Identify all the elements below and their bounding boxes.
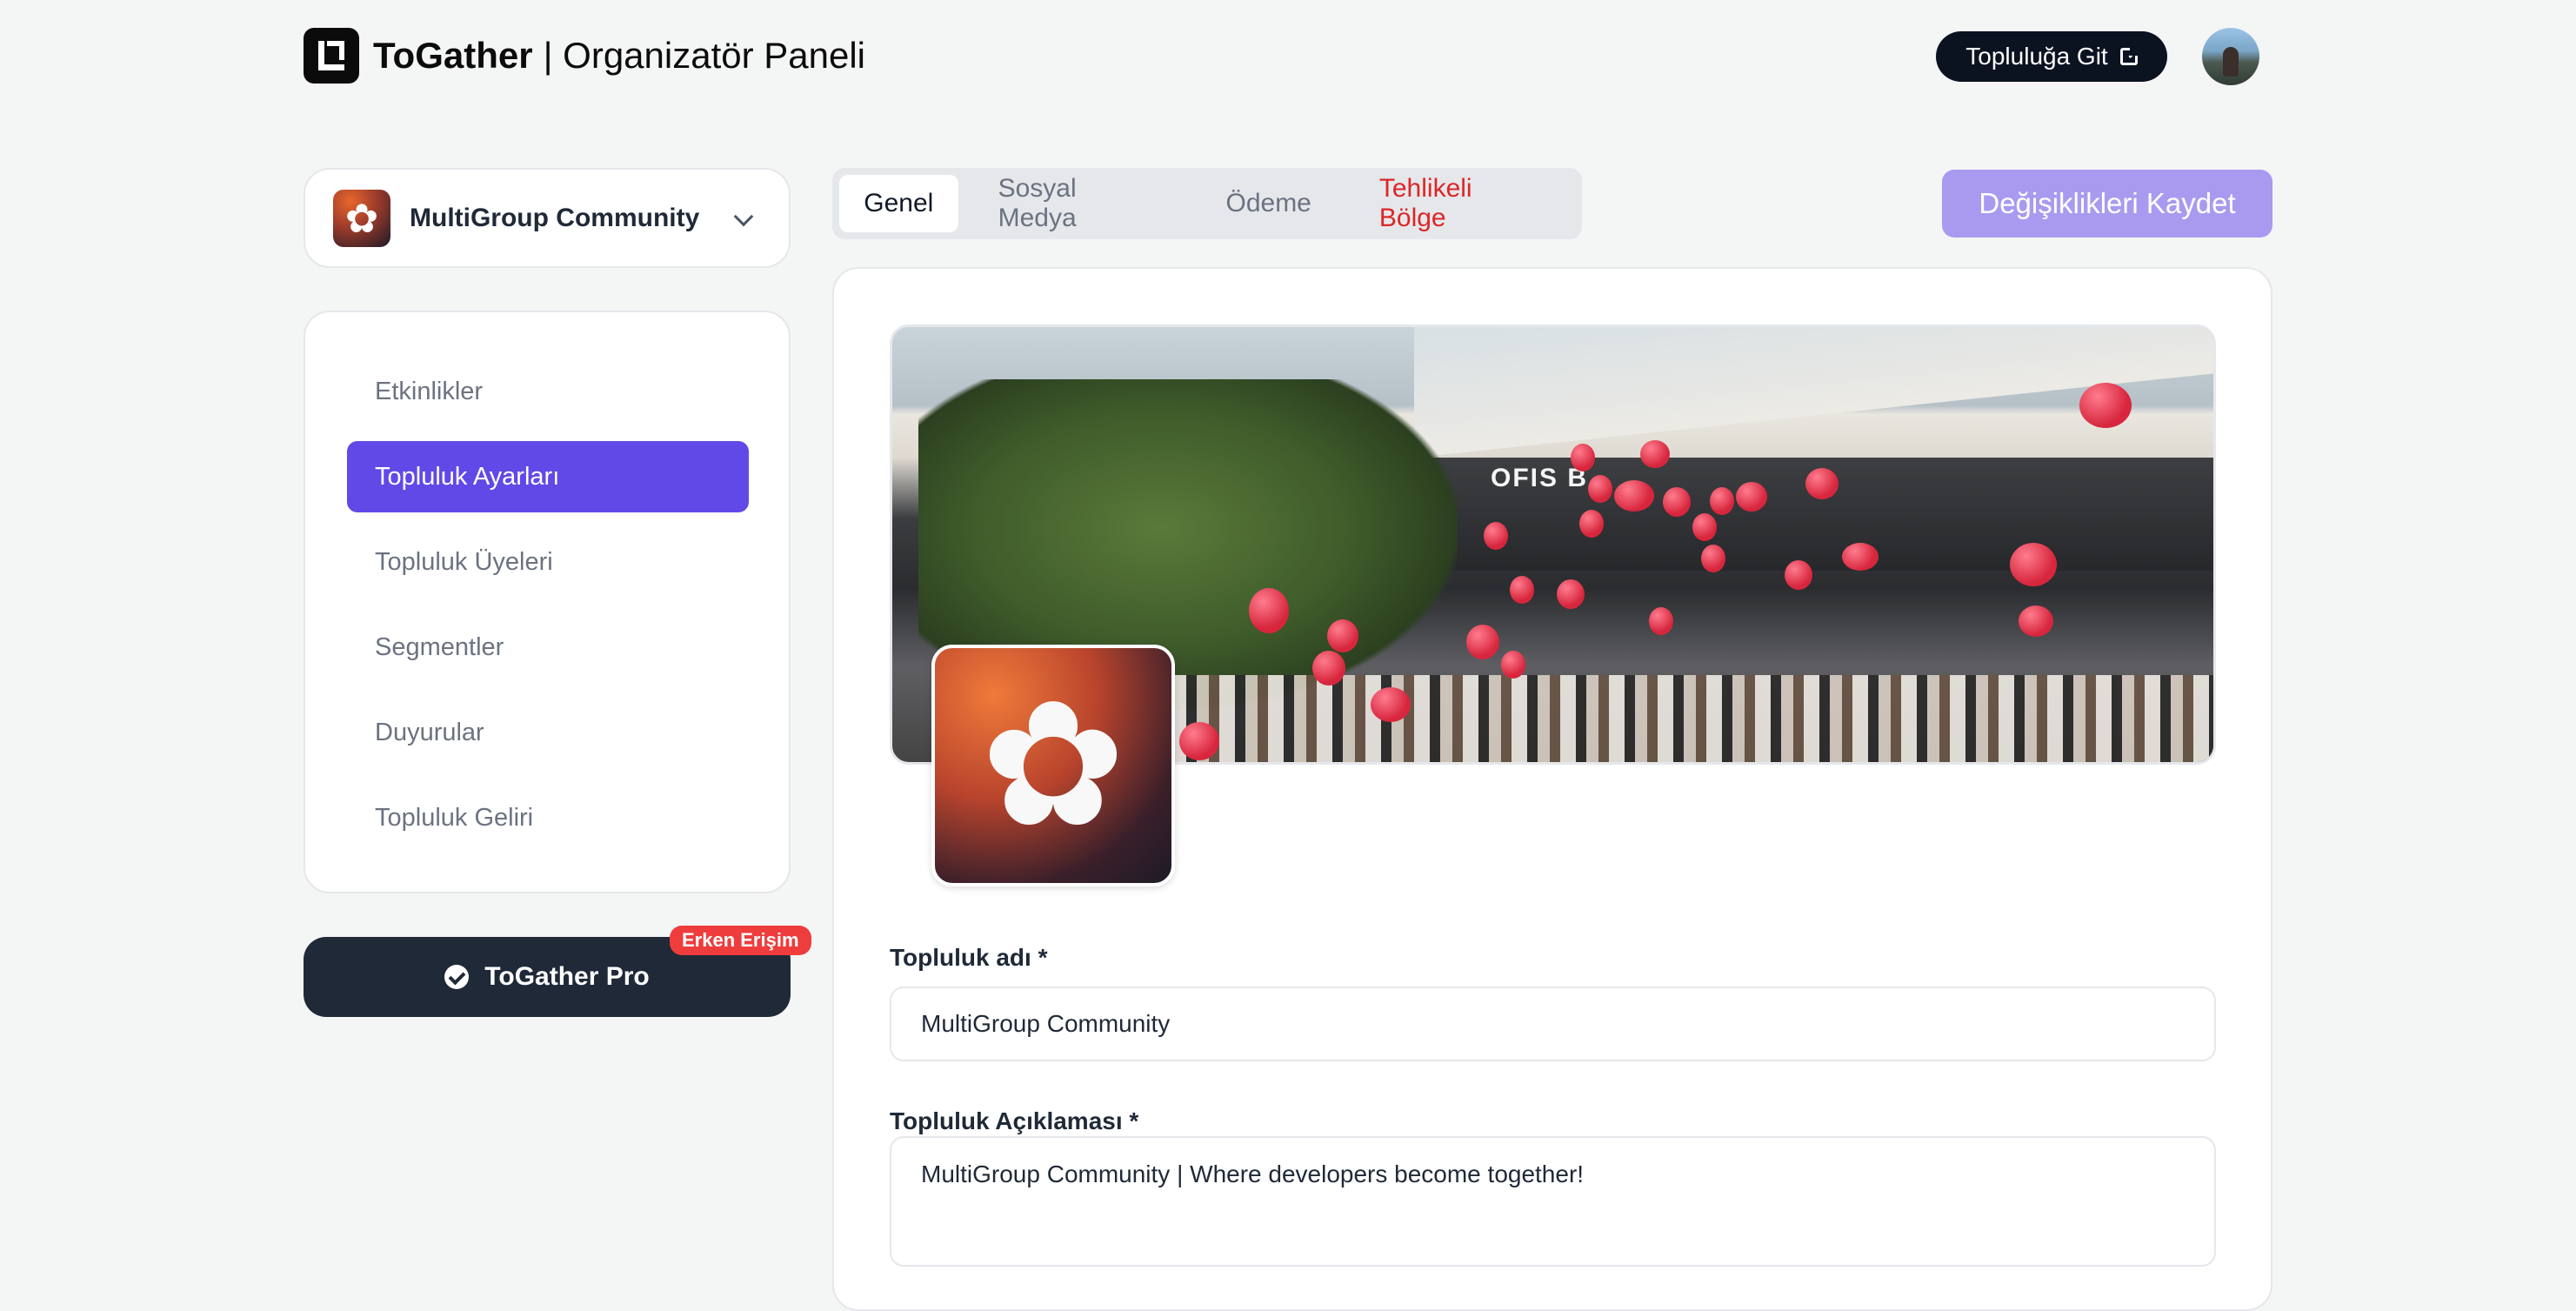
- avatar-image: [2223, 47, 2239, 77]
- community-selector[interactable]: ✿ MultiGroup Community: [304, 168, 791, 268]
- go-to-community-button[interactable]: Topluluğa Git: [1936, 31, 2167, 82]
- togather-logo-icon: [304, 28, 359, 84]
- pro-label: ToGather Pro: [484, 962, 650, 991]
- sidebar-item-events[interactable]: Etkinlikler: [347, 356, 749, 427]
- community-description-label: Topluluk Açıklaması *: [890, 1107, 1139, 1134]
- community-profile-image[interactable]: ✿: [931, 645, 1175, 886]
- tab-payment[interactable]: Ödeme: [1198, 175, 1338, 232]
- go-to-community-label: Topluluğa Git: [1965, 43, 2108, 70]
- sidebar-item-announcements[interactable]: Duyurular: [347, 697, 749, 768]
- tab-general[interactable]: Genel: [839, 175, 958, 232]
- check-circle-icon: [444, 965, 470, 989]
- tab-social-media[interactable]: Sosyal Medya: [971, 174, 1186, 232]
- brand-subtitle: | Organizatör Paneli: [543, 35, 866, 76]
- avatar[interactable]: [2202, 28, 2259, 85]
- external-link-icon: [2119, 47, 2139, 65]
- community-name-label: Topluluk adı *: [890, 944, 1048, 971]
- community-logo-icon: ✿: [333, 189, 390, 247]
- chevron-down-icon: [733, 206, 754, 227]
- sidebar-nav: Etkinlikler Topluluk Ayarları Topluluk Ü…: [304, 311, 791, 893]
- community-description-input[interactable]: MultiGroup Community | Where developers …: [890, 1136, 2216, 1267]
- building-sign: OFIS B: [1491, 464, 1589, 492]
- tab-danger-zone[interactable]: Tehlikeli Bölge: [1351, 174, 1570, 232]
- community-name: MultiGroup Community: [410, 203, 700, 232]
- community-name-input[interactable]: MultiGroup Community: [890, 987, 2216, 1061]
- community-logo-flower-icon: ✿: [980, 668, 1126, 862]
- sidebar-item-segments[interactable]: Segmentler: [347, 612, 749, 683]
- early-access-badge: Erken Erişim: [670, 926, 811, 955]
- save-changes-button[interactable]: Değişiklikleri Kaydet: [1942, 170, 2272, 237]
- brand-name: ToGather: [373, 35, 533, 76]
- settings-tabs: Genel Sosyal Medya Ödeme Tehlikeli Bölge: [832, 168, 1582, 239]
- sidebar-item-community-settings[interactable]: Topluluk Ayarları: [347, 441, 749, 512]
- sidebar-item-community-members[interactable]: Topluluk Üyeleri: [347, 526, 749, 598]
- sidebar-item-community-revenue[interactable]: Topluluk Geliri: [347, 782, 749, 853]
- brand[interactable]: ToGather | Organizatör Paneli: [304, 28, 865, 84]
